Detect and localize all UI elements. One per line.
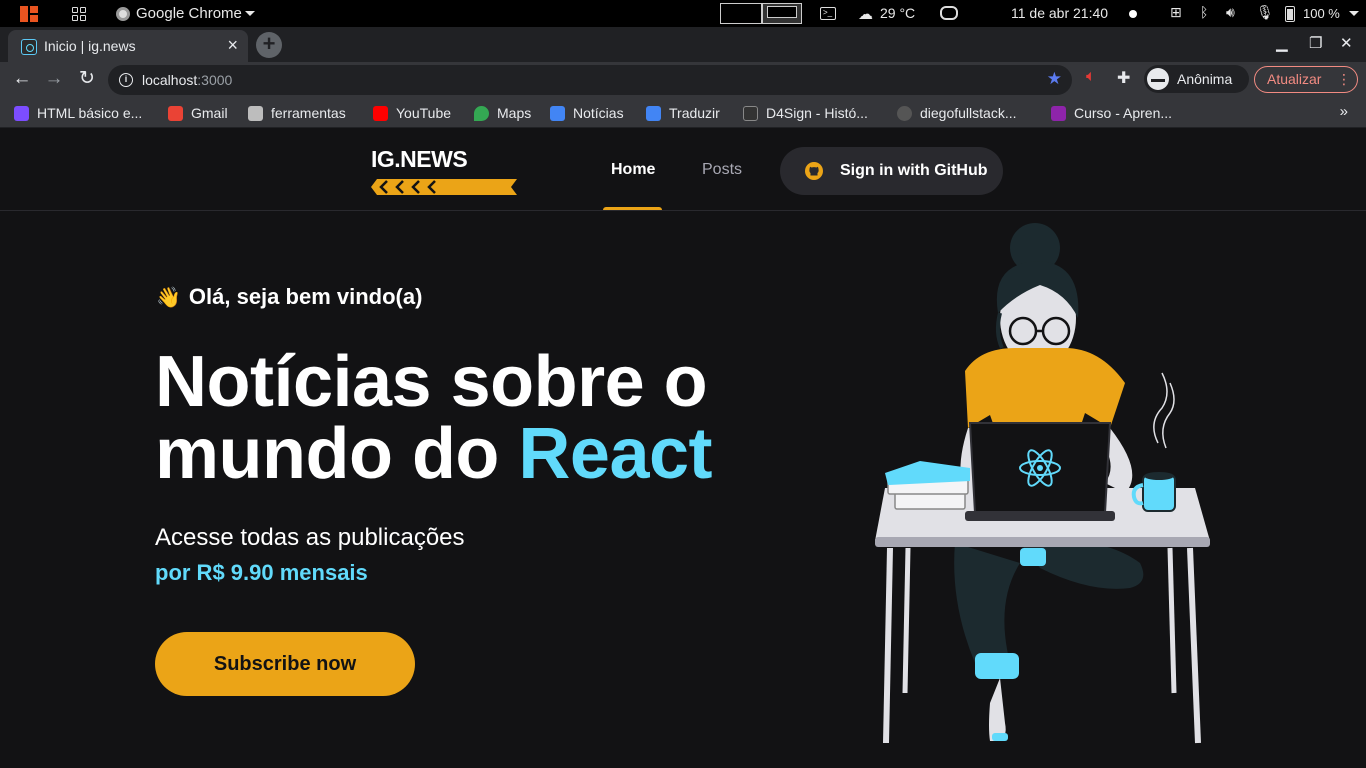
- reload-icon[interactable]: ↻: [75, 67, 99, 91]
- browser-tab-strip: Inicio | ig.news × + ▁ ❐ ✕: [0, 27, 1366, 62]
- bookmark-star-icon[interactable]: ★: [1047, 69, 1062, 89]
- welcome-text: 👋 Olá, seja bem vindo(a): [156, 284, 423, 309]
- bookmark-item[interactable]: diegofullstack...: [897, 103, 1017, 123]
- bookmark-item[interactable]: YouTube: [373, 103, 451, 123]
- info-icon[interactable]: i: [119, 73, 133, 87]
- hero-price: por R$ 9.90 mensais: [155, 560, 368, 585]
- bookmark-item[interactable]: Traduzir: [646, 103, 720, 123]
- react-favicon-icon: [21, 39, 37, 55]
- youtube-icon: [373, 105, 388, 121]
- tab-audio-icon[interactable]: 🔈︎: [1086, 68, 1096, 86]
- github-signin-button[interactable]: Sign in with GitHub: [780, 147, 1003, 195]
- hero-subtitle: Acesse todas as publicações: [155, 524, 465, 551]
- github-icon: [805, 162, 823, 180]
- translate-icon: [646, 105, 661, 121]
- tab-title: Inicio | ig.news: [44, 38, 136, 54]
- logo-chevron-bar-icon: [371, 179, 517, 195]
- github-icon: [897, 105, 912, 121]
- workspace-1[interactable]: [720, 3, 762, 24]
- active-app-name[interactable]: Google Chrome: [136, 5, 242, 22]
- volume-icon[interactable]: 🔊︎: [1226, 4, 1235, 21]
- waving-hand-icon: 👋: [156, 287, 181, 309]
- chevron-down-icon[interactable]: [1349, 11, 1359, 16]
- browser-tab[interactable]: Inicio | ig.news ×: [8, 30, 248, 62]
- close-window-icon[interactable]: ✕: [1340, 34, 1353, 52]
- gmail-icon: [168, 105, 183, 121]
- subscribe-button[interactable]: Subscribe now: [155, 632, 415, 696]
- woman-at-laptop-illustration: [875, 223, 1210, 744]
- url-text[interactable]: localhost:3000: [142, 72, 232, 88]
- bluetooth-icon[interactable]: ᛒ: [1200, 4, 1208, 20]
- nav-home[interactable]: Home: [611, 161, 655, 179]
- signin-label: Sign in with GitHub: [840, 162, 988, 179]
- weather-icon: ☁: [858, 6, 873, 23]
- logo-text: IG.NEWS: [371, 146, 468, 172]
- bookmark-favicon-icon: [14, 105, 29, 121]
- bookmarks-bar: HTML básico e... Gmail ferramentas YouTu…: [0, 97, 1366, 128]
- battery-percentage[interactable]: 100 %: [1303, 6, 1340, 21]
- close-tab-icon[interactable]: ×: [227, 35, 238, 55]
- course-icon: [1051, 105, 1066, 121]
- site-logo[interactable]: IG.NEWS: [371, 146, 521, 198]
- site-header: IG.NEWS Home Posts Sign in with GitHub: [0, 128, 1366, 211]
- maps-pin-icon: [474, 105, 489, 121]
- new-tab-button[interactable]: +: [256, 32, 282, 58]
- temperature[interactable]: 29 °C: [880, 5, 915, 21]
- bookmark-item[interactable]: Curso - Apren...: [1051, 103, 1172, 123]
- workspace-2[interactable]: [762, 3, 802, 24]
- d4sign-icon: [743, 105, 758, 121]
- incognito-profile-button[interactable]: Anônima: [1144, 65, 1249, 93]
- bookmark-item[interactable]: HTML básico e...: [14, 103, 142, 123]
- clock[interactable]: 11 de abr 21:40: [1011, 5, 1108, 21]
- active-nav-indicator: [603, 207, 662, 210]
- more-vert-icon[interactable]: ⋮: [1337, 67, 1351, 91]
- bookmark-item[interactable]: Gmail: [168, 103, 228, 123]
- extensions-puzzle-icon[interactable]: ✚: [1117, 68, 1130, 88]
- nav-posts[interactable]: Posts: [702, 161, 742, 179]
- folder-icon: [248, 105, 263, 121]
- bookmark-item[interactable]: Maps: [474, 103, 531, 123]
- update-label: Atualizar: [1267, 71, 1322, 87]
- address-bar[interactable]: i localhost:3000 ★: [108, 65, 1072, 95]
- forward-arrow-icon[interactable]: →: [42, 67, 66, 91]
- incognito-icon: [1147, 68, 1169, 90]
- bookmark-item[interactable]: D4Sign - Histó...: [743, 103, 868, 123]
- battery-icon[interactable]: [1285, 6, 1295, 22]
- browser-toolbar: ← → ↻ i localhost:3000 ★ 🔈︎ ✚ Anônima At…: [0, 62, 1366, 97]
- incognito-tray-icon[interactable]: [940, 6, 958, 20]
- app-grid-icon[interactable]: [72, 7, 86, 21]
- update-button[interactable]: Atualizar ⋮: [1254, 66, 1358, 93]
- news-icon: [550, 105, 565, 121]
- back-arrow-icon[interactable]: ←: [10, 67, 34, 91]
- microphone-icon[interactable]: 🎙︎: [1256, 4, 1274, 21]
- bookmark-item[interactable]: Notícias: [550, 103, 624, 123]
- chevron-down-icon[interactable]: [245, 11, 255, 16]
- more-bookmarks-icon[interactable]: »: [1340, 103, 1348, 120]
- profile-label: Anônima: [1177, 71, 1233, 87]
- hero-title: Notícias sobre o mundo do React: [155, 342, 713, 494]
- chrome-app-icon: [116, 7, 130, 21]
- terminal-icon[interactable]: >_: [820, 7, 836, 20]
- network-icon[interactable]: ⊞: [1170, 4, 1182, 21]
- ubuntu-logo-icon[interactable]: [20, 6, 38, 22]
- minimize-icon[interactable]: ▁: [1276, 34, 1288, 52]
- hero-title-accent: React: [518, 414, 713, 494]
- page-content: IG.NEWS Home Posts Sign in with GitHub 👋…: [0, 128, 1366, 768]
- maximize-icon[interactable]: ❐: [1309, 34, 1322, 52]
- notification-dot-icon: [1129, 10, 1137, 18]
- os-top-bar: Google Chrome >_ ☁ 29 °C 11 de abr 21:40…: [0, 0, 1366, 27]
- bookmark-folder[interactable]: ferramentas: [248, 103, 346, 123]
